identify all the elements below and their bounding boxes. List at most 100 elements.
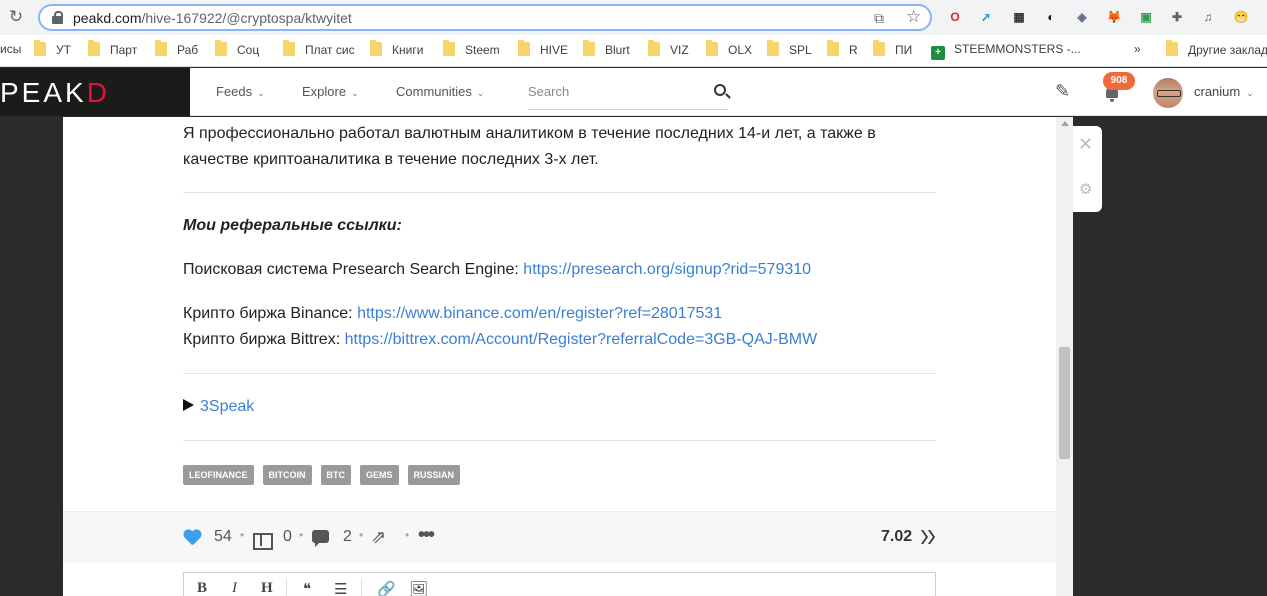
tag-chip[interactable]: BTC (320, 465, 351, 485)
gear-icon[interactable]: ⚙ (1079, 180, 1092, 198)
shield-ext-icon[interactable]: ◈ (1073, 8, 1091, 26)
bookmark-label: VIZ (670, 43, 689, 57)
tag-chip[interactable]: GEMS (360, 465, 399, 485)
bookmarks-bar: исы УТ Парт Раб Соц Плат сис Книги Steem HIVE Blu… (0, 35, 1267, 67)
bookmark-item[interactable]: Blurt (583, 40, 630, 57)
bookmark-item[interactable]: OLX (706, 40, 752, 57)
address-bar[interactable]: peakd.com/hive-167922/@cryptospa/ktwyite… (38, 4, 932, 31)
media-icon[interactable]: ♫ (1199, 8, 1217, 26)
threespeak-link[interactable]: 3Speak (200, 398, 254, 415)
bookmark-label: ПИ (895, 43, 913, 57)
green-ext-icon[interactable]: ▣ (1137, 8, 1155, 26)
more-options-icon[interactable]: ••• (418, 524, 435, 547)
bookmark-item[interactable]: » (1134, 42, 1141, 56)
bookmark-item[interactable]: Парт (88, 40, 138, 57)
lock-icon[interactable] (52, 11, 63, 24)
vote-count[interactable]: 54 (214, 528, 232, 546)
separator-dot: • (240, 528, 245, 542)
bookmark-item[interactable]: HIVE (518, 40, 568, 57)
bookmark-item[interactable]: Другие заклад (1166, 40, 1267, 57)
share-icon[interactable]: ⇗ (371, 527, 386, 548)
bookmark-item[interactable]: SPL (767, 40, 812, 57)
bookmark-label: Раб (177, 43, 199, 57)
comment-count[interactable]: 2 (343, 528, 352, 546)
bookmark-label: Книги (392, 43, 424, 57)
close-icon[interactable]: ✕ (1078, 134, 1093, 155)
bookmark-item[interactable]: Плат сис (283, 40, 355, 57)
user-menu[interactable]: cranium ⌄ (1194, 84, 1254, 99)
tag-chip[interactable]: LEOFINANCE (183, 465, 254, 485)
cast-icon[interactable]: ⧉ (874, 10, 884, 27)
folder-icon (155, 40, 167, 56)
bookmark-label: Парт (110, 43, 138, 57)
tag-chip[interactable]: BITCOIN (262, 465, 312, 485)
bookmark-item[interactable]: Раб (155, 40, 199, 57)
bittrex-link[interactable]: https://bittrex.com/Account/Register?ref… (345, 331, 818, 348)
toolbar-separator (361, 579, 362, 596)
bookmark-item[interactable]: + STEEMMONSTERS -... (931, 42, 1081, 60)
write-post-icon[interactable]: ✎ (1055, 81, 1070, 102)
bookmark-item[interactable]: Книги (370, 40, 424, 57)
intro-paragraph: Я профессионально работал валютным анали… (183, 125, 876, 168)
scrollbar-thumb[interactable] (1059, 347, 1070, 459)
bookmark-item[interactable]: Соц (215, 40, 259, 57)
logo-link[interactable]: PEAKD (0, 68, 190, 116)
gift-count[interactable]: 0 (283, 528, 292, 546)
quote-icon[interactable]: ❝ (303, 580, 311, 596)
link-icon[interactable]: 🔗 (377, 580, 396, 596)
reload-icon[interactable]: ↻ (6, 7, 26, 27)
folder-icon (88, 40, 100, 56)
threespeak-details[interactable]: 3Speak (183, 394, 936, 420)
bookmark-item[interactable]: VIZ (648, 40, 689, 57)
bookmark-star-icon[interactable]: ☆ (906, 7, 921, 27)
chevron-down-icon: ⌄ (257, 88, 265, 98)
url-text[interactable]: peakd.com/hive-167922/@cryptospa/ktwyite… (73, 10, 352, 26)
hive-keychain-icon[interactable]: ◐ (1042, 8, 1060, 26)
nav-explore[interactable]: Explore ⌄ (302, 84, 359, 99)
metamask-icon[interactable]: 🦊 (1105, 8, 1123, 26)
bookmark-item[interactable]: УТ (34, 40, 71, 57)
heading-icon[interactable]: H (261, 580, 273, 596)
comment-editor-toolbar: B I H ❝ ☰ 🔗 🖼 (183, 572, 936, 596)
scrollbar[interactable] (1056, 117, 1073, 596)
bookmark-item[interactable]: исы (0, 42, 21, 56)
tag-chip[interactable]: RUSSIAN (407, 465, 461, 485)
gift-icon[interactable] (253, 528, 273, 550)
expand-triangle-icon[interactable] (183, 399, 194, 411)
puzzle-icon[interactable]: ✚ (1168, 8, 1186, 26)
upvote-heart-icon[interactable] (183, 530, 201, 546)
nav-communities[interactable]: Communities ⌄ (396, 84, 484, 99)
separator-dot: • (359, 528, 364, 542)
folder-icon (827, 40, 839, 56)
qr-ext-icon[interactable]: ▦ (1010, 8, 1028, 26)
payout-amount[interactable]: 7.02 (881, 528, 912, 546)
bold-icon[interactable]: B (197, 580, 207, 596)
avatar[interactable] (1153, 78, 1183, 108)
bookmark-item[interactable]: ПИ (873, 40, 913, 57)
list-icon[interactable]: ☰ (334, 580, 347, 596)
search-input[interactable] (528, 84, 698, 99)
bookmark-item[interactable]: Steem (443, 40, 500, 57)
folder-icon (1166, 40, 1178, 56)
bookmark-item[interactable]: R (827, 40, 858, 57)
peakd-logo: PEAKD (0, 77, 110, 108)
comment-icon[interactable] (312, 530, 329, 547)
separator-dot: • (299, 528, 304, 542)
toolbar-separator (286, 579, 287, 596)
scroll-up-arrow-icon[interactable] (1061, 121, 1069, 126)
bookmark-label: Steem (465, 43, 500, 57)
url-host: peakd.com (73, 10, 142, 26)
post-actions-bar: 54 • 0 • 2 • ⇗ • ••• 7.02 (63, 511, 1056, 563)
browser-toolbar: ↻ peakd.com/hive-167922/@cryptospa/ktwyi… (0, 0, 1267, 35)
italic-icon[interactable]: I (232, 580, 237, 596)
nav-feeds[interactable]: Feeds ⌄ (216, 84, 265, 99)
profile-emoji-icon[interactable]: 😁 (1232, 8, 1250, 26)
notification-count-badge[interactable]: 908 (1103, 72, 1135, 90)
referral-heading: Мои реферальные ссылки: (183, 217, 402, 234)
opera-ext-icon[interactable]: O (946, 8, 964, 26)
peakd-ext-icon[interactable]: ➚ (977, 8, 995, 26)
search-icon[interactable] (714, 84, 726, 96)
binance-link[interactable]: https://www.binance.com/en/register?ref=… (357, 305, 722, 322)
image-icon[interactable]: 🖼 (409, 580, 428, 596)
presearch-link[interactable]: https://presearch.org/signup?rid=579310 (523, 261, 811, 278)
